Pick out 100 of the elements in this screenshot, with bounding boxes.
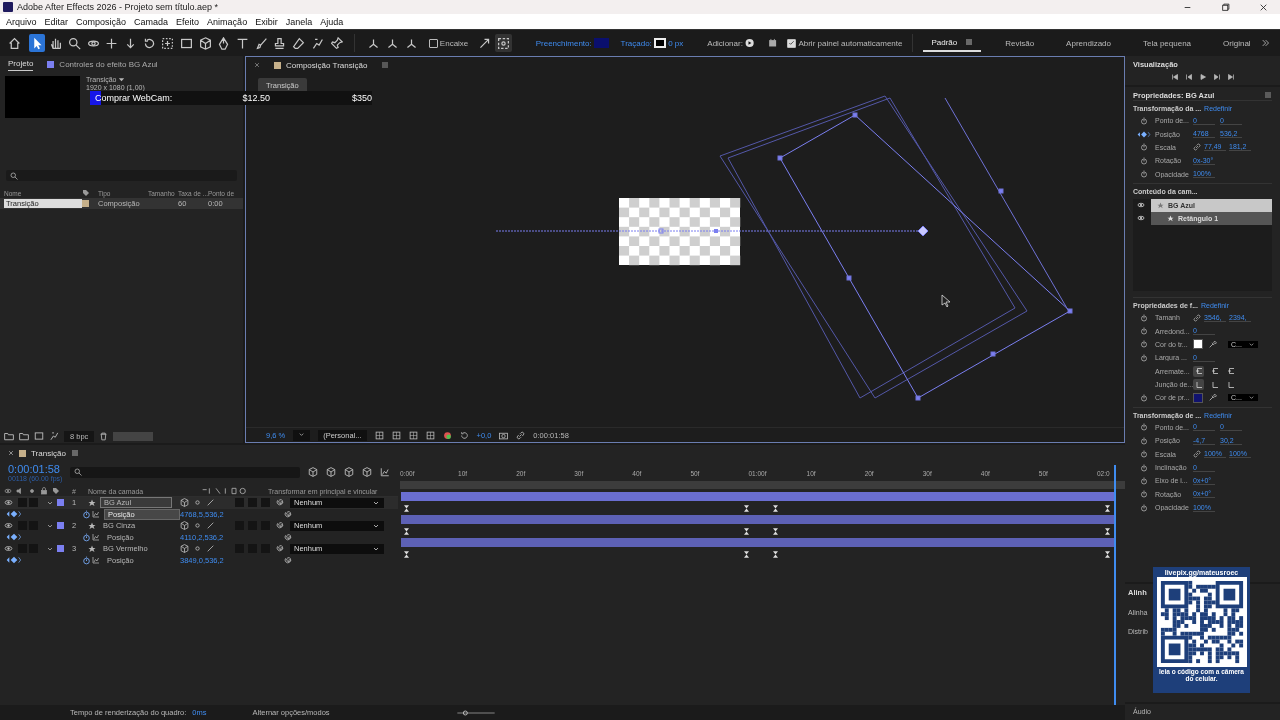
stopwatch-icon[interactable] bbox=[1140, 340, 1148, 349]
play-icon[interactable] bbox=[1198, 73, 1207, 81]
grid-icon[interactable] bbox=[374, 430, 384, 440]
stopwatch-icon[interactable] bbox=[1140, 327, 1148, 336]
stroke-width-value[interactable]: 0 px bbox=[668, 38, 684, 48]
slash-icon[interactable] bbox=[206, 544, 215, 554]
play-circle-icon[interactable] bbox=[744, 38, 755, 48]
panel-tab[interactable]: Controles do efeito BG Azul bbox=[47, 57, 158, 71]
link-icon[interactable] bbox=[1193, 313, 1201, 322]
stopwatch-icon[interactable] bbox=[1140, 156, 1148, 165]
eyedropper-icon[interactable] bbox=[1208, 339, 1217, 349]
keyframe-icon[interactable] bbox=[403, 527, 409, 535]
keyframe-navigator-icon[interactable] bbox=[4, 510, 24, 519]
cap-style-button[interactable] bbox=[1209, 365, 1220, 377]
stopwatch-icon[interactable] bbox=[1140, 436, 1148, 445]
step-back-icon[interactable] bbox=[1184, 73, 1193, 81]
search-field[interactable] bbox=[70, 466, 300, 478]
graph-editor-icon[interactable] bbox=[380, 467, 390, 477]
graph-icon[interactable] bbox=[92, 533, 100, 542]
color-swatch[interactable] bbox=[1193, 393, 1203, 403]
stopwatch-icon[interactable] bbox=[1140, 450, 1148, 459]
keyframe-navigator-icon[interactable] bbox=[1136, 130, 1152, 138]
label-color-icon[interactable] bbox=[57, 545, 64, 553]
link-icon[interactable] bbox=[1193, 143, 1201, 152]
stopwatch-icon[interactable] bbox=[1140, 503, 1148, 512]
keyframe-icon[interactable] bbox=[403, 550, 409, 558]
stopwatch-icon[interactable] bbox=[1140, 463, 1148, 472]
panel-tab[interactable]: Projeto bbox=[8, 57, 34, 71]
label-color-icon[interactable] bbox=[57, 499, 64, 507]
composition-tab[interactable]: Composição Transição bbox=[274, 58, 368, 72]
menu-item[interactable]: Ajuda bbox=[316, 16, 348, 27]
label-color-icon[interactable] bbox=[57, 522, 64, 530]
workspace-tab[interactable]: Tela pequena bbox=[1135, 34, 1200, 52]
stopwatch-icon[interactable] bbox=[1140, 313, 1148, 322]
toolbar-button[interactable] bbox=[28, 34, 46, 52]
keyframe-icon[interactable] bbox=[1105, 550, 1111, 558]
close-icon[interactable] bbox=[254, 62, 260, 68]
layer-duration-bar[interactable] bbox=[401, 492, 1116, 502]
stopwatch-icon[interactable] bbox=[82, 555, 91, 565]
cap-style-button[interactable] bbox=[1193, 365, 1204, 377]
eye-icon[interactable] bbox=[1137, 201, 1145, 210]
skip-back-icon[interactable] bbox=[1170, 73, 1179, 81]
cap-style-button[interactable] bbox=[1193, 379, 1204, 391]
graph-icon[interactable] bbox=[92, 510, 100, 519]
color-wheel-icon[interactable] bbox=[442, 430, 452, 440]
eye-icon[interactable] bbox=[4, 544, 13, 554]
stroke-swatch[interactable] bbox=[653, 38, 667, 48]
stopwatch-icon[interactable] bbox=[1140, 476, 1148, 485]
auto-open-checkbox[interactable] bbox=[787, 38, 797, 48]
camera-icon[interactable] bbox=[499, 430, 509, 440]
workspace-tab[interactable]: Aprendizado bbox=[1058, 34, 1119, 52]
menu-item[interactable]: Animação bbox=[203, 16, 252, 27]
cap-style-button[interactable] bbox=[1225, 379, 1236, 391]
keyframe-icon[interactable] bbox=[773, 550, 779, 558]
menu-item[interactable]: Editar bbox=[40, 16, 73, 27]
stopwatch-icon[interactable] bbox=[1140, 490, 1148, 499]
slash-icon[interactable] bbox=[206, 498, 215, 508]
grid-icon[interactable] bbox=[391, 430, 401, 440]
close-icon[interactable] bbox=[8, 450, 14, 456]
switch-box[interactable] bbox=[29, 498, 38, 508]
stopwatch-icon[interactable] bbox=[1140, 353, 1148, 362]
menu-item[interactable]: Janela bbox=[281, 16, 317, 27]
workspace-tab[interactable]: Original bbox=[1215, 34, 1259, 52]
playhead[interactable] bbox=[1114, 465, 1117, 705]
stopwatch-icon[interactable] bbox=[1140, 116, 1148, 125]
keyframe-icon[interactable] bbox=[773, 527, 779, 535]
menu-item[interactable]: Exibir bbox=[251, 16, 282, 27]
eye-icon[interactable] bbox=[4, 498, 13, 508]
keyframe-icon[interactable] bbox=[1105, 504, 1111, 512]
graph-icon[interactable] bbox=[92, 556, 100, 565]
menu-item[interactable]: Efeito bbox=[172, 16, 204, 27]
stopwatch-icon[interactable] bbox=[82, 532, 91, 542]
calendar-icon[interactable] bbox=[768, 38, 778, 48]
slash-icon[interactable] bbox=[206, 521, 215, 531]
switch-box[interactable] bbox=[248, 498, 257, 508]
switch-box[interactable] bbox=[235, 498, 244, 508]
grid-icon[interactable] bbox=[408, 430, 418, 440]
switch-box[interactable] bbox=[261, 498, 270, 508]
stopwatch-icon[interactable] bbox=[1140, 170, 1148, 179]
timecode[interactable]: 0:00:01:58 bbox=[8, 462, 63, 475]
fill-swatch[interactable] bbox=[593, 38, 609, 48]
workspace-tab[interactable]: Padrão bbox=[923, 34, 982, 52]
step-forward-icon[interactable] bbox=[1212, 73, 1221, 81]
color-swatch[interactable] bbox=[1193, 339, 1203, 350]
skip-forward-icon[interactable] bbox=[1226, 73, 1235, 81]
cap-style-button[interactable] bbox=[1209, 379, 1220, 391]
eyedropper-icon[interactable] bbox=[1208, 393, 1217, 403]
snap-target-button[interactable] bbox=[495, 34, 512, 52]
link-icon[interactable] bbox=[1193, 450, 1201, 459]
search-field[interactable] bbox=[6, 170, 237, 181]
workspace-tab[interactable]: Revisão bbox=[997, 34, 1043, 52]
keyframe-icon[interactable] bbox=[744, 527, 750, 535]
chevrons-right-icon[interactable] bbox=[1260, 38, 1270, 48]
cap-style-button[interactable] bbox=[1225, 365, 1236, 377]
switch-box[interactable] bbox=[18, 498, 27, 508]
keyframe-icon[interactable] bbox=[744, 504, 750, 512]
keyframe-icon[interactable] bbox=[773, 504, 779, 512]
stopwatch-icon[interactable] bbox=[1140, 423, 1148, 432]
keyframe-navigator-icon[interactable] bbox=[4, 556, 24, 565]
menu-item[interactable]: Camada bbox=[130, 16, 173, 27]
